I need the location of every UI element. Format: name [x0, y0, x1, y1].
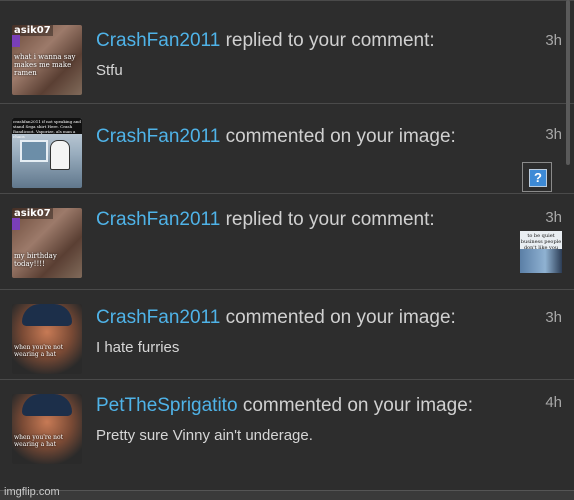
preview-caption: to be quiet business people don't like y…	[520, 233, 562, 251]
notification-text: CrashFan2011 commented on your image:	[96, 124, 504, 149]
notification-text: CrashFan2011 replied to your comment: St…	[96, 28, 504, 80]
avatar[interactable]: when you're not wearing a hat	[12, 304, 82, 374]
notification-item[interactable]: asik07 what i wanna say makes me make ra…	[0, 0, 574, 104]
scrollbar[interactable]	[566, 0, 570, 165]
username-link[interactable]: PetTheSprigatito	[96, 395, 238, 416]
avatar-caption: when you're not wearing a hat	[14, 434, 64, 448]
avatar[interactable]: asik07 my birthday today!!!!	[12, 208, 82, 278]
avatar-hat	[22, 394, 72, 416]
avatar-figure	[50, 140, 70, 170]
timestamp: 3h	[545, 32, 562, 49]
notification-body: I hate furries	[96, 339, 180, 356]
image-attachment[interactable]: ?	[522, 162, 552, 192]
avatar[interactable]: asik07 what i wanna say makes me make ra…	[12, 25, 82, 95]
notification-body: Pretty sure Vinny ain't underage.	[96, 427, 313, 444]
avatar-caption: what i wanna say makes me make ramen	[14, 53, 76, 77]
avatar-hat	[22, 304, 72, 326]
bottom-bar	[0, 490, 574, 500]
preview-scene	[520, 249, 562, 273]
avatar[interactable]: crashfan2011 if not speaking and stand S…	[12, 118, 82, 188]
notification-action: commented on your image:	[242, 395, 474, 416]
username-link[interactable]: CrashFan2011	[96, 30, 220, 51]
notification-action: commented on your image:	[225, 126, 456, 147]
notification-action: replied to your comment:	[225, 30, 435, 51]
username-link[interactable]: CrashFan2011	[96, 307, 220, 328]
avatar-caption: when you're not wearing a hat	[14, 344, 64, 358]
notification-text: CrashFan2011 commented on your image: I …	[96, 305, 504, 357]
image-preview[interactable]: to be quiet business people don't like y…	[520, 231, 562, 273]
notification-action: replied to your comment:	[225, 209, 435, 230]
notification-text: CrashFan2011 replied to your comment:	[96, 207, 504, 232]
notification-item[interactable]: when you're not wearing a hat PetTheSpri…	[0, 380, 574, 500]
avatar-accent	[12, 35, 20, 47]
avatar-caption: crashfan2011 if not speaking and stand S…	[12, 118, 82, 139]
notification-item[interactable]: when you're not wearing a hat CrashFan20…	[0, 290, 574, 380]
timestamp: 3h	[545, 209, 562, 226]
question-icon: ?	[529, 169, 547, 187]
username-link[interactable]: CrashFan2011	[96, 209, 220, 230]
notification-list: asik07 what i wanna say makes me make ra…	[0, 0, 574, 500]
username-link[interactable]: CrashFan2011	[96, 126, 220, 147]
timestamp: 3h	[545, 309, 562, 326]
notification-item[interactable]: asik07 my birthday today!!!! CrashFan201…	[0, 194, 574, 290]
notification-action: commented on your image:	[225, 307, 456, 328]
notification-item[interactable]: crashfan2011 if not speaking and stand S…	[0, 104, 574, 194]
notification-text: PetTheSprigatito commented on your image…	[96, 393, 504, 445]
avatar-accent	[12, 218, 20, 230]
avatar-caption: my birthday today!!!!	[14, 252, 57, 268]
avatar[interactable]: when you're not wearing a hat	[12, 394, 82, 464]
timestamp: 3h	[545, 126, 562, 143]
notification-body: Stfu	[96, 62, 123, 79]
timestamp: 4h	[545, 394, 562, 411]
watermark: imgflip.com	[4, 486, 60, 498]
avatar-monitor	[20, 140, 48, 162]
